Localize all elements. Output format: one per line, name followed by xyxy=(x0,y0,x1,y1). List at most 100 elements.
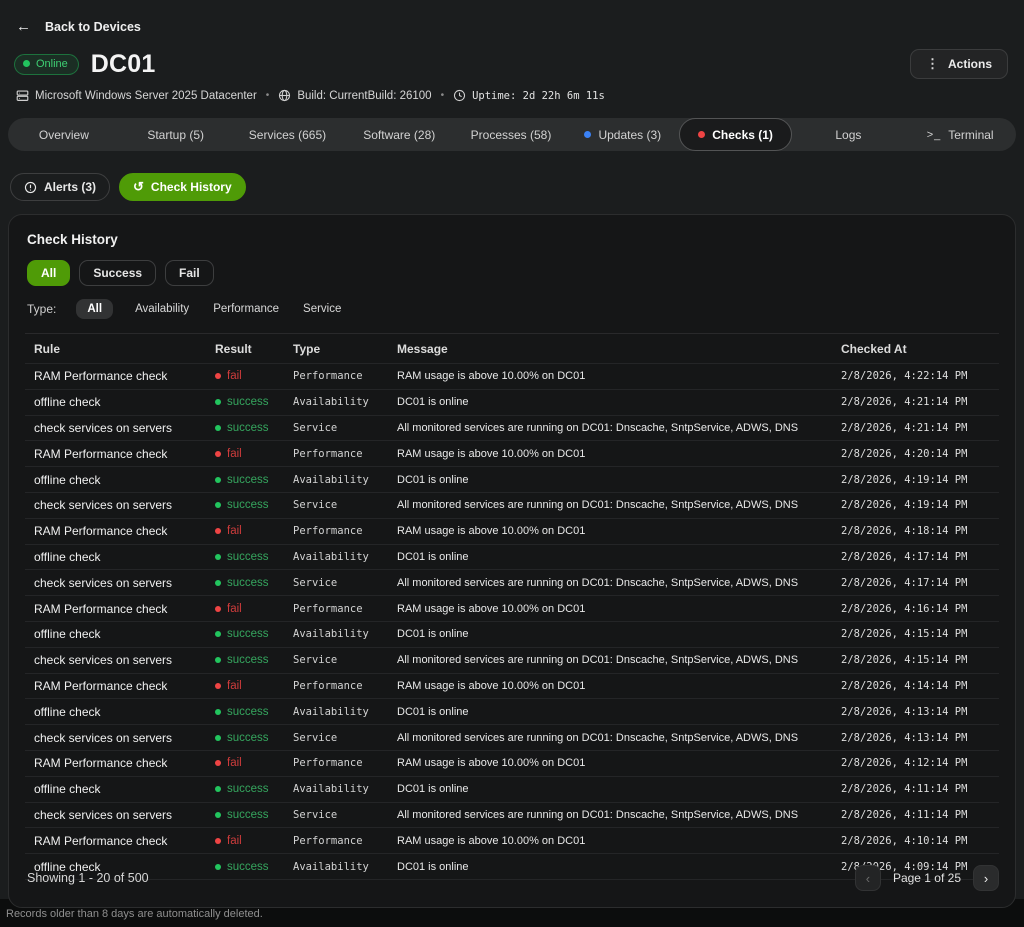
rule-cell: offline check xyxy=(25,395,206,409)
actions-button[interactable]: ⋮ Actions xyxy=(910,49,1008,79)
rule-cell: RAM Performance check xyxy=(25,524,206,538)
tab-dot-icon xyxy=(698,131,705,138)
checked-at-cell: 2/8/2026, 4:22:14 PM xyxy=(832,370,999,382)
tab-startup-5[interactable]: Startup (5) xyxy=(120,118,232,151)
tab-updates-3[interactable]: Updates (3) xyxy=(567,118,679,151)
message-cell: RAM usage is above 10.00% on DC01 xyxy=(388,370,832,382)
checked-at-cell: 2/8/2026, 4:10:14 PM xyxy=(832,835,999,847)
table-row: RAM Performance checkfailPerformanceRAM … xyxy=(25,519,999,545)
table-row: check services on serverssuccessServiceA… xyxy=(25,493,999,519)
tab-terminal[interactable]: >_Terminal xyxy=(904,118,1016,151)
fail-dot-icon xyxy=(215,838,221,844)
message-cell: RAM usage is above 10.00% on DC01 xyxy=(388,448,832,460)
message-cell: RAM usage is above 10.00% on DC01 xyxy=(388,603,832,615)
next-page-button[interactable]: › xyxy=(973,865,999,891)
kebab-menu-icon: ⋮ xyxy=(926,56,939,72)
table-row: offline checksuccessAvailabilityDC01 is … xyxy=(25,699,999,725)
result-cell: success xyxy=(206,706,284,718)
message-cell: RAM usage is above 10.00% on DC01 xyxy=(388,525,832,537)
device-header: Online DC01 ⋮ Actions xyxy=(8,39,1016,81)
checked-at-cell: 2/8/2026, 4:13:14 PM xyxy=(832,706,999,718)
tab-software-28[interactable]: Software (28) xyxy=(343,118,455,151)
rule-cell: RAM Performance check xyxy=(25,679,206,693)
result-label: success xyxy=(227,654,269,666)
fail-dot-icon xyxy=(215,528,221,534)
column-header-checked-at: Checked At xyxy=(832,342,999,356)
type-cell: Availability xyxy=(284,474,388,486)
subnav: Alerts (3) ↺ Check History xyxy=(8,151,1016,201)
result-cell: success xyxy=(206,551,284,563)
check-history-button[interactable]: ↺ Check History xyxy=(119,173,246,201)
rule-cell: offline check xyxy=(25,782,206,796)
tab-checks-1[interactable]: Checks (1) xyxy=(679,118,793,151)
success-dot-icon xyxy=(215,735,221,741)
terminal-icon: >_ xyxy=(927,129,942,141)
tab-services-665[interactable]: Services (665) xyxy=(232,118,344,151)
type-cell: Service xyxy=(284,577,388,589)
result-cell: success xyxy=(206,474,284,486)
prev-page-button[interactable]: ‹ xyxy=(855,865,881,891)
os-label: Microsoft Windows Server 2025 Datacenter xyxy=(35,90,257,102)
type-cell: Availability xyxy=(284,551,388,563)
result-cell: success xyxy=(206,732,284,744)
table-row: check services on serverssuccessServiceA… xyxy=(25,725,999,751)
tab-processes-58[interactable]: Processes (58) xyxy=(455,118,567,151)
rule-cell: check services on servers xyxy=(25,731,206,745)
result-label: fail xyxy=(227,370,242,382)
result-label: success xyxy=(227,809,269,821)
checked-at-cell: 2/8/2026, 4:14:14 PM xyxy=(832,680,999,692)
result-filter-success[interactable]: Success xyxy=(79,260,156,286)
rule-cell: offline check xyxy=(25,550,206,564)
table-row: RAM Performance checkfailPerformanceRAM … xyxy=(25,751,999,777)
type-cell: Performance xyxy=(284,757,388,769)
checked-at-cell: 2/8/2026, 4:17:14 PM xyxy=(832,577,999,589)
globe-icon xyxy=(278,89,291,102)
table-row: check services on serverssuccessServiceA… xyxy=(25,570,999,596)
message-cell: RAM usage is above 10.00% on DC01 xyxy=(388,680,832,692)
device-meta: Microsoft Windows Server 2025 Datacenter… xyxy=(8,81,1016,104)
table-row: RAM Performance checkfailPerformanceRAM … xyxy=(25,674,999,700)
rule-cell: offline check xyxy=(25,473,206,487)
type-cell: Performance xyxy=(284,603,388,615)
column-header-rule: Rule xyxy=(25,342,206,356)
message-cell: DC01 is online xyxy=(388,706,832,718)
result-filter-all[interactable]: All xyxy=(27,260,70,286)
message-cell: RAM usage is above 10.00% on DC01 xyxy=(388,835,832,847)
online-dot-icon xyxy=(23,60,30,67)
status-badge: Online xyxy=(14,54,79,75)
success-dot-icon xyxy=(215,580,221,586)
table-row: offline checksuccessAvailabilityDC01 is … xyxy=(25,622,999,648)
result-label: success xyxy=(227,551,269,563)
showing-count: Showing 1 - 20 of 500 xyxy=(25,871,149,885)
tab-logs[interactable]: Logs xyxy=(792,118,904,151)
result-cell: success xyxy=(206,628,284,640)
fail-dot-icon xyxy=(215,373,221,379)
message-cell: All monitored services are running on DC… xyxy=(388,809,832,821)
rule-cell: check services on servers xyxy=(25,653,206,667)
message-cell: DC01 is online xyxy=(388,628,832,640)
result-label: success xyxy=(227,499,269,511)
result-label: fail xyxy=(227,448,242,460)
success-dot-icon xyxy=(215,399,221,405)
type-filter-service[interactable]: Service xyxy=(301,299,343,319)
rule-cell: check services on servers xyxy=(25,808,206,822)
fail-dot-icon xyxy=(215,606,221,612)
type-cell: Service xyxy=(284,809,388,821)
result-filter-group: All Success Fail xyxy=(9,247,1015,286)
alerts-button[interactable]: Alerts (3) xyxy=(10,173,110,201)
status-badge-label: Online xyxy=(36,58,68,70)
type-filter-availability[interactable]: Availability xyxy=(133,299,191,319)
type-cell: Service xyxy=(284,422,388,434)
result-cell: fail xyxy=(206,835,284,847)
result-label: fail xyxy=(227,525,242,537)
tab-overview[interactable]: Overview xyxy=(8,118,120,151)
back-link[interactable]: ← Back to Devices xyxy=(8,8,1016,39)
type-filter-performance[interactable]: Performance xyxy=(211,299,281,319)
message-cell: RAM usage is above 10.00% on DC01 xyxy=(388,757,832,769)
result-label: success xyxy=(227,706,269,718)
result-filter-fail[interactable]: Fail xyxy=(165,260,214,286)
table-row: RAM Performance checkfailPerformanceRAM … xyxy=(25,364,999,390)
table-row: RAM Performance checkfailPerformanceRAM … xyxy=(25,828,999,854)
type-filter-all[interactable]: All xyxy=(76,299,113,319)
message-cell: All monitored services are running on DC… xyxy=(388,654,832,666)
